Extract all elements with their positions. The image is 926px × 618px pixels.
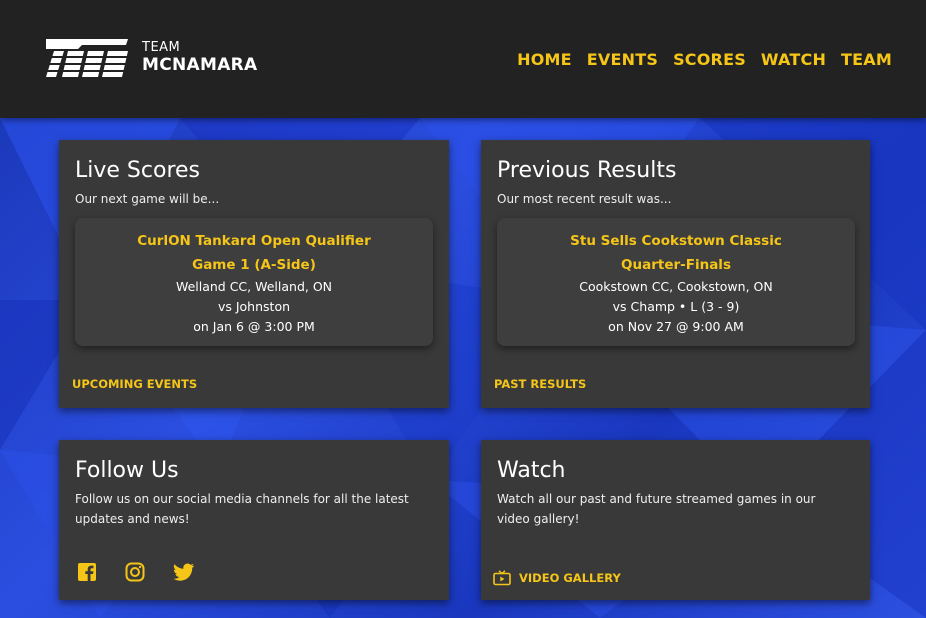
watch-text: Watch all our past and future streamed g…	[497, 492, 816, 526]
instagram-icon[interactable]	[125, 562, 145, 582]
follow-us-title: Follow Us	[75, 458, 179, 483]
previous-results-title: Previous Results	[497, 158, 677, 183]
brand-name[interactable]: TEAM MCNAMARA	[142, 40, 258, 76]
recent-result-location: Cookstown CC, Cookstown, ON	[579, 279, 773, 294]
upcoming-events-link[interactable]: UPCOMING EVENTS	[72, 377, 197, 391]
main-nav: HOME EVENTS SCORES WATCH TEAM	[517, 50, 892, 69]
previous-results-card: Previous Results Our most recent result …	[481, 140, 870, 408]
video-gallery-label: VIDEO GALLERY	[519, 571, 621, 585]
recent-result-panel[interactable]: Stu Sells Cookstown Classic Quarter-Fina…	[497, 218, 855, 346]
next-game-panel[interactable]: CurlON Tankard Open Qualifier Game 1 (A-…	[75, 218, 433, 346]
twitter-icon[interactable]	[173, 562, 194, 582]
social-links	[77, 562, 194, 582]
facebook-icon[interactable]	[77, 562, 97, 582]
previous-results-subtitle: Our most recent result was...	[497, 192, 672, 206]
next-game-event: CurlON Tankard Open Qualifier	[137, 233, 371, 249]
next-game-location: Welland CC, Welland, ON	[175, 279, 333, 294]
site-header: TEAM MCNAMARA HOME EVENTS SCORES WATCH T…	[0, 0, 926, 118]
live-scores-subtitle: Our next game will be...	[75, 192, 220, 206]
live-scores-card: Live Scores Our next game will be... Cur…	[59, 140, 449, 408]
nav-events[interactable]: EVENTS	[587, 50, 658, 69]
brand-big-text: MCNAMARA	[142, 55, 258, 75]
nav-scores[interactable]: SCORES	[673, 50, 746, 69]
recent-result-event: Stu Sells Cookstown Classic	[570, 233, 782, 249]
next-game-date: on Jan 6 @ 3:00 PM	[193, 319, 315, 334]
recent-result-round: Quarter-Finals	[621, 257, 731, 273]
video-gallery-link[interactable]: VIDEO GALLERY	[493, 570, 621, 586]
nav-team[interactable]: TEAM	[841, 50, 892, 69]
watch-title: Watch	[497, 458, 566, 483]
live-scores-title: Live Scores	[75, 158, 200, 183]
team-logo[interactable]	[42, 35, 132, 79]
next-game-round: Game 1 (A-Side)	[192, 257, 316, 273]
past-results-link[interactable]: PAST RESULTS	[494, 377, 586, 391]
follow-us-text: Follow us on our social media channels f…	[75, 492, 409, 526]
nav-home[interactable]: HOME	[517, 50, 572, 69]
next-game-opponent: vs Johnston	[217, 299, 291, 314]
watch-card: Watch Watch all our past and future stre…	[481, 440, 870, 600]
tv-icon	[493, 570, 511, 586]
brand-small-text: TEAM	[142, 40, 181, 55]
nav-watch[interactable]: WATCH	[761, 50, 826, 69]
recent-result-date: on Nov 27 @ 9:00 AM	[608, 319, 744, 334]
follow-us-card: Follow Us Follow us on our social media …	[59, 440, 449, 600]
recent-result-score: vs Champ • L (3 - 9)	[612, 299, 740, 314]
